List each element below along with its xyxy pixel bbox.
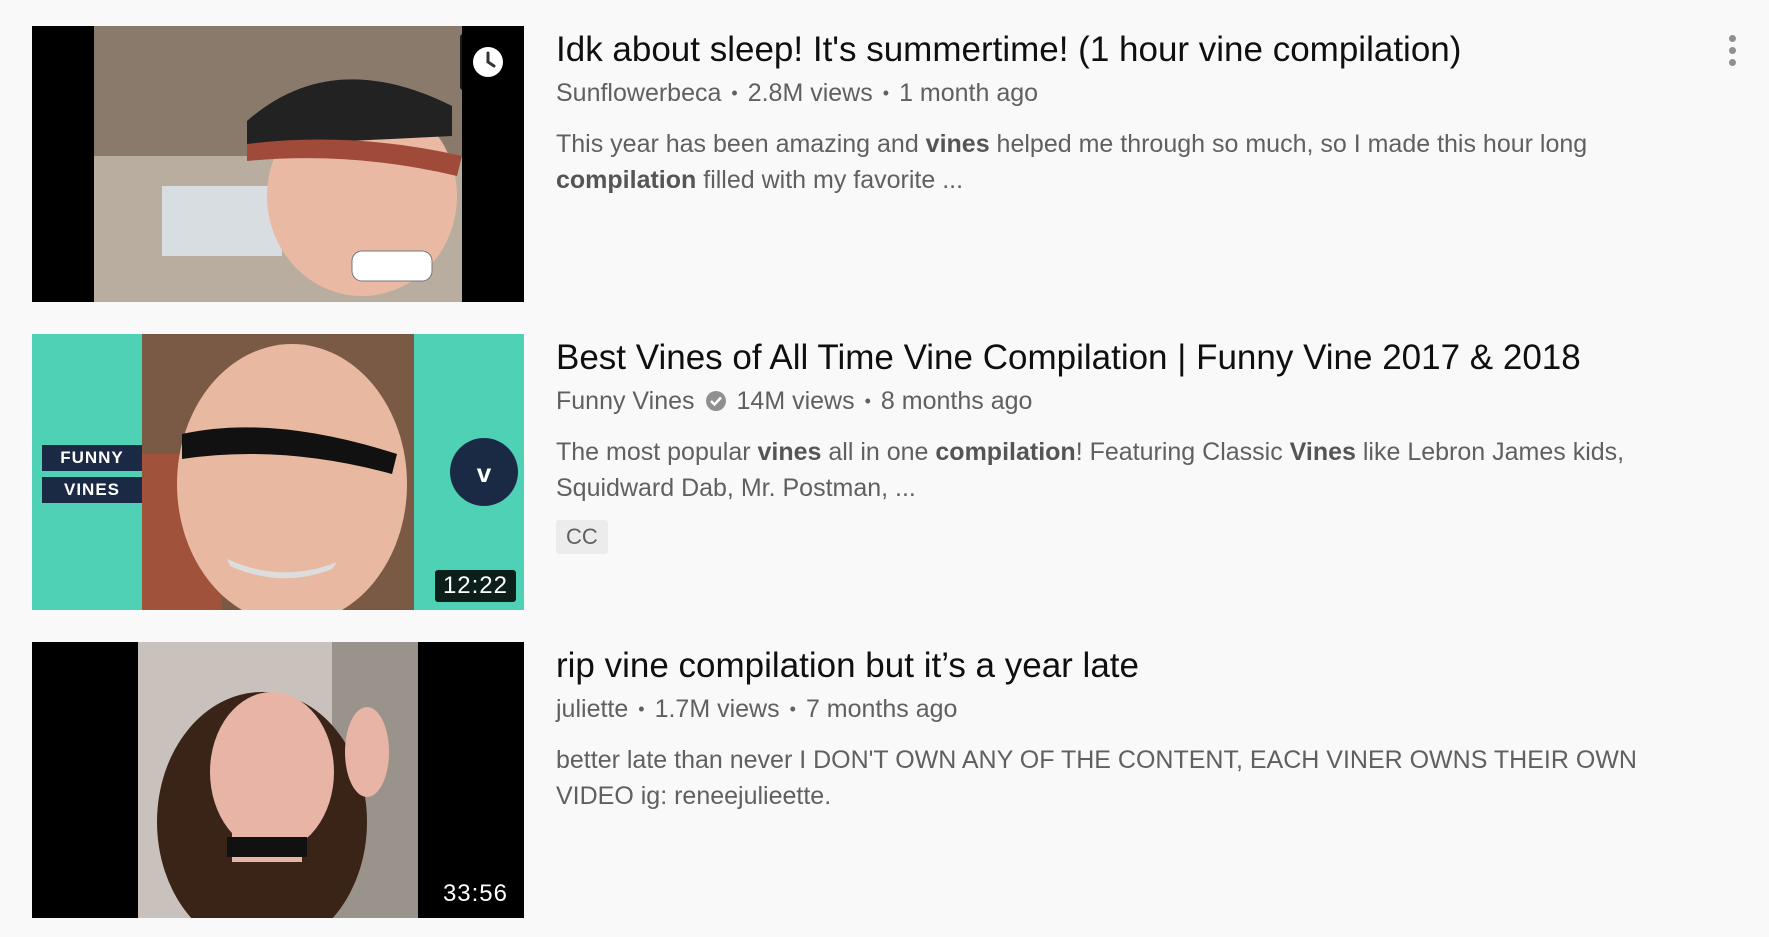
separator: • <box>789 699 796 719</box>
separator: • <box>638 699 645 719</box>
dot-icon <box>1728 34 1736 42</box>
watch-later-button[interactable] <box>460 34 516 90</box>
thumbnail-image <box>32 642 524 918</box>
upload-age: 7 months ago <box>805 695 958 723</box>
desc-text: filled with my favorite ... <box>696 166 964 194</box>
desc-highlight: Vines <box>1289 438 1356 466</box>
video-thumbnail[interactable]: 33:56 <box>32 642 524 918</box>
video-meta: Best Vines of All Time Vine Compilation … <box>556 334 1712 554</box>
logo-text-bottom: VINES <box>42 477 142 503</box>
view-count: 1.7M views <box>654 695 780 723</box>
video-description: This year has been amazing and vines hel… <box>556 126 1712 198</box>
video-result: Idk about sleep! It's summertime! (1 hou… <box>32 26 1752 334</box>
video-result: v FUNNY VINES 12:22 Best Vines of All Ti… <box>32 334 1752 642</box>
video-duration: 33:56 <box>434 878 516 910</box>
verified-check-icon <box>705 390 727 412</box>
upload-age: 1 month ago <box>899 79 1039 107</box>
svg-text:v: v <box>477 458 492 488</box>
separator: • <box>731 83 738 103</box>
thumbnail-image <box>32 26 524 302</box>
more-actions-button[interactable] <box>1712 28 1752 72</box>
logo-text-top: FUNNY <box>42 445 142 471</box>
dot-icon <box>1728 46 1736 54</box>
video-title[interactable]: Best Vines of All Time Vine Compilation … <box>556 334 1712 382</box>
dot-icon <box>1728 58 1736 66</box>
closed-captions-badge: CC <box>556 520 608 554</box>
search-results-list: Idk about sleep! It's summertime! (1 hou… <box>32 26 1752 918</box>
separator: • <box>864 391 871 411</box>
desc-highlight: vines <box>757 438 822 466</box>
video-description: better late than never I DON'T OWN ANY O… <box>556 746 1637 810</box>
desc-text: The most popular <box>556 438 758 466</box>
desc-text: all in one <box>821 438 936 466</box>
video-byline: Funny Vines 14M views • 8 months ago <box>556 382 1712 420</box>
clock-icon <box>473 47 503 77</box>
separator: • <box>882 83 890 103</box>
desc-text: helped me through so much, so I made thi… <box>989 130 1588 158</box>
desc-highlight: compilation <box>935 438 1076 466</box>
video-title[interactable]: rip vine compilation but it’s a year lat… <box>556 642 1712 690</box>
video-meta: rip vine compilation but it’s a year lat… <box>556 642 1712 814</box>
desc-text: ! Featuring Classic <box>1075 438 1290 466</box>
video-result: 33:56 rip vine compilation but it’s a ye… <box>32 642 1752 918</box>
desc-text: This year has been amazing and <box>556 130 926 158</box>
video-byline: Sunflowerbeca • 2.8M views • 1 month ago <box>556 74 1712 112</box>
video-thumbnail[interactable]: v FUNNY VINES 12:22 <box>32 334 524 610</box>
video-duration: 12:22 <box>434 570 516 602</box>
channel-name[interactable]: juliette <box>556 690 628 728</box>
view-count: 14M views <box>736 387 855 415</box>
upload-age: 8 months ago <box>880 387 1033 415</box>
funny-vines-logo: FUNNY VINES <box>42 439 142 509</box>
video-description: The most popular vines all in one compil… <box>556 434 1712 506</box>
desc-highlight: vines <box>925 130 990 158</box>
channel-name[interactable]: Funny Vines <box>556 382 695 420</box>
video-meta: Idk about sleep! It's summertime! (1 hou… <box>556 26 1712 198</box>
desc-highlight: compilation <box>556 166 697 194</box>
view-count: 2.8M views <box>747 79 873 107</box>
video-thumbnail[interactable] <box>32 26 524 302</box>
channel-name[interactable]: Sunflowerbeca <box>556 74 721 112</box>
video-title[interactable]: Idk about sleep! It's summertime! (1 hou… <box>556 26 1712 74</box>
video-byline: juliette • 1.7M views • 7 months ago <box>556 690 1712 728</box>
